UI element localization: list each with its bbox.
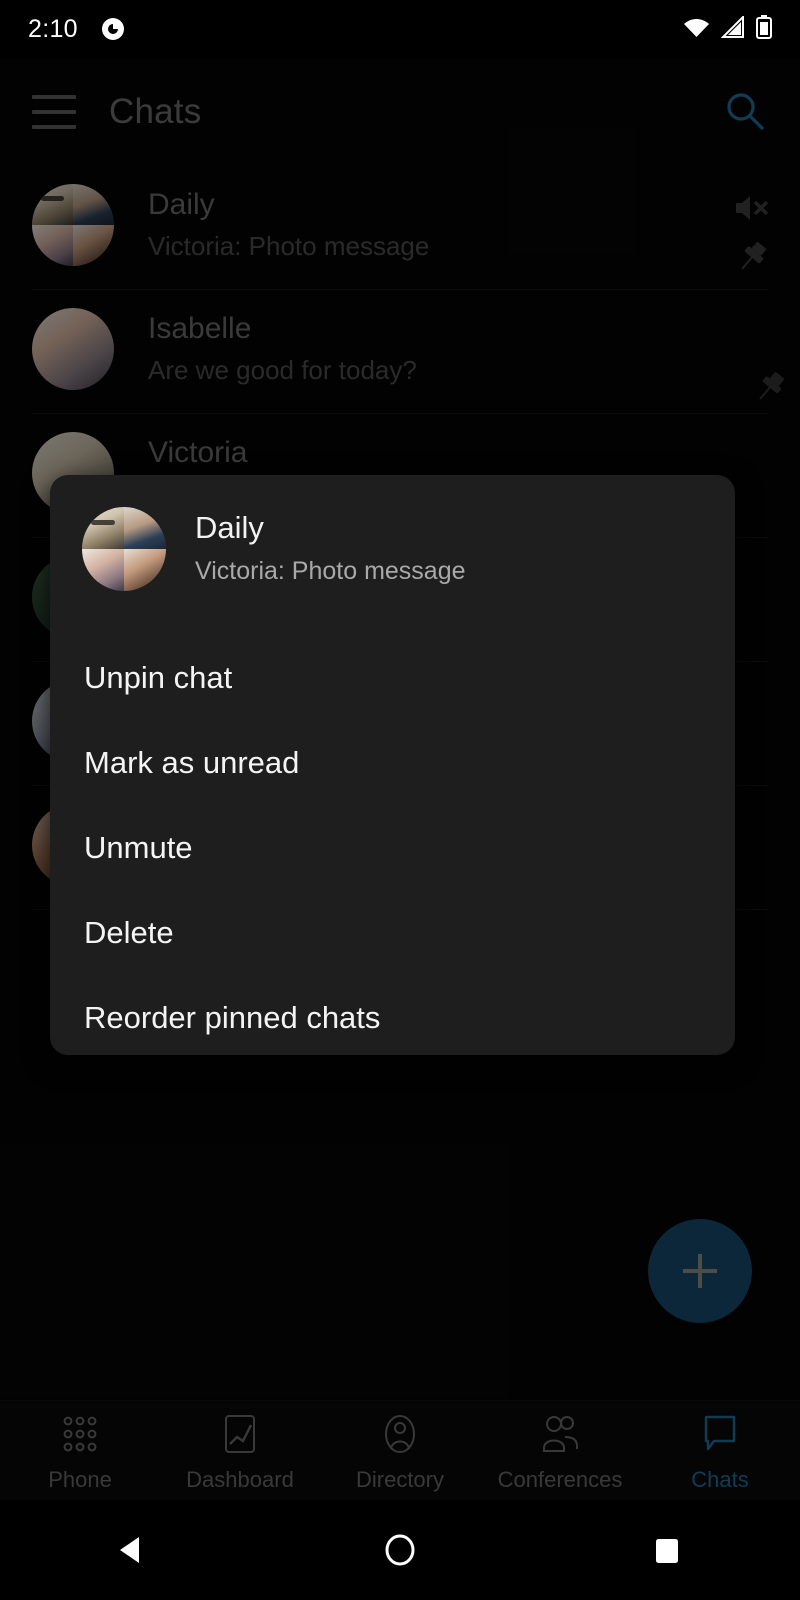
dialog-subtitle: Victoria: Photo message bbox=[195, 557, 466, 585]
back-triangle-icon[interactable] bbox=[0, 1530, 267, 1570]
android-system-nav-bar bbox=[0, 1500, 800, 1600]
avatar-group-collage bbox=[82, 507, 166, 591]
cell-signal-icon bbox=[720, 14, 745, 43]
menu-item-unpin-chat[interactable]: Unpin chat bbox=[50, 635, 735, 720]
dialog-header-texts: Daily Victoria: Photo message bbox=[195, 508, 466, 590]
status-bar-icons bbox=[683, 14, 772, 44]
home-circle-icon[interactable] bbox=[267, 1530, 534, 1570]
dialog-title: Daily bbox=[195, 510, 264, 545]
dialog-menu-list: Unpin chat Mark as unread Unmute Delete … bbox=[50, 635, 735, 1060]
phone-screen: 2:10 Chats Daily Victoria: Photo message… bbox=[0, 0, 800, 1600]
battery-icon bbox=[756, 14, 772, 44]
menu-item-delete[interactable]: Delete bbox=[50, 890, 735, 975]
wifi-icon bbox=[683, 16, 710, 43]
status-bar-clock: 2:10 bbox=[28, 14, 78, 43]
menu-item-reorder-pinned-chats[interactable]: Reorder pinned chats bbox=[50, 975, 735, 1060]
chat-context-menu-dialog: Daily Victoria: Photo message Unpin chat… bbox=[50, 475, 735, 1055]
dialog-header: Daily Victoria: Photo message bbox=[82, 507, 466, 591]
g-circle-icon bbox=[100, 16, 126, 42]
menu-item-unmute[interactable]: Unmute bbox=[50, 805, 735, 890]
recents-square-icon[interactable] bbox=[533, 1530, 800, 1570]
menu-item-mark-as-unread[interactable]: Mark as unread bbox=[50, 720, 735, 805]
status-bar: 2:10 bbox=[0, 0, 800, 58]
